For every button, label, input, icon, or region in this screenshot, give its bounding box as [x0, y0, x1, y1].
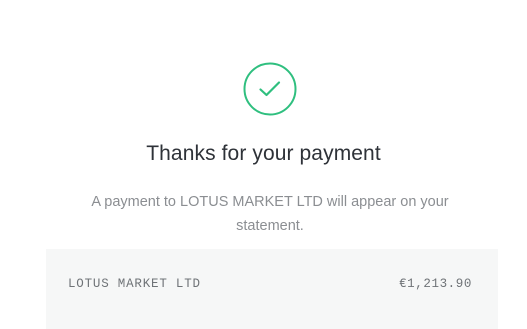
payment-summary: LOTUS MARKET LTD €1,213.90 — [46, 249, 498, 329]
payment-amount: €1,213.90 — [399, 277, 472, 291]
payment-confirmation-page: Thanks for your payment A payment to LOT… — [0, 0, 527, 329]
page-title: Thanks for your payment — [146, 142, 381, 165]
confirmation-message: A payment to LOTUS MARKET LTD will appea… — [91, 194, 449, 234]
merchant-name: LOTUS MARKET LTD — [68, 277, 201, 291]
checkmark-circle-icon — [242, 61, 298, 117]
